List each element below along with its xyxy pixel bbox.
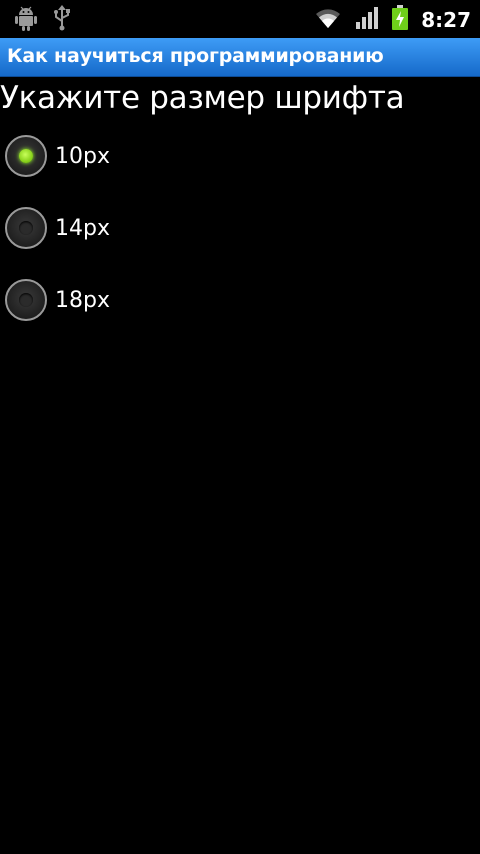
- radio-unselected-indicator: [19, 221, 33, 235]
- radio-label: 18px: [55, 287, 110, 313]
- font-size-prompt: Укажите размер шрифта: [0, 80, 405, 116]
- radio-label: 14px: [55, 215, 110, 241]
- android-icon: [14, 5, 38, 35]
- radio-label: 10px: [55, 143, 110, 169]
- app-title: Как научиться программированию: [7, 45, 384, 67]
- status-left-icons: [14, 5, 72, 35]
- wifi-icon: [313, 6, 343, 34]
- signal-icon: [355, 6, 379, 34]
- usb-icon: [52, 5, 72, 35]
- radio-button[interactable]: [5, 279, 47, 321]
- app-title-bar: Как научиться программированию: [0, 38, 480, 77]
- radio-option-14px[interactable]: 14px: [5, 203, 110, 253]
- status-right-icons: 8:27: [313, 5, 471, 35]
- status-time: 8:27: [421, 8, 471, 32]
- radio-button[interactable]: [5, 207, 47, 249]
- radio-button[interactable]: [5, 135, 47, 177]
- status-bar: 8:27: [0, 0, 480, 38]
- radio-option-10px[interactable]: 10px: [5, 131, 110, 181]
- radio-unselected-indicator: [19, 293, 33, 307]
- radio-selected-indicator: [19, 149, 33, 163]
- battery-charging-icon: [391, 5, 409, 35]
- radio-option-18px[interactable]: 18px: [5, 275, 110, 325]
